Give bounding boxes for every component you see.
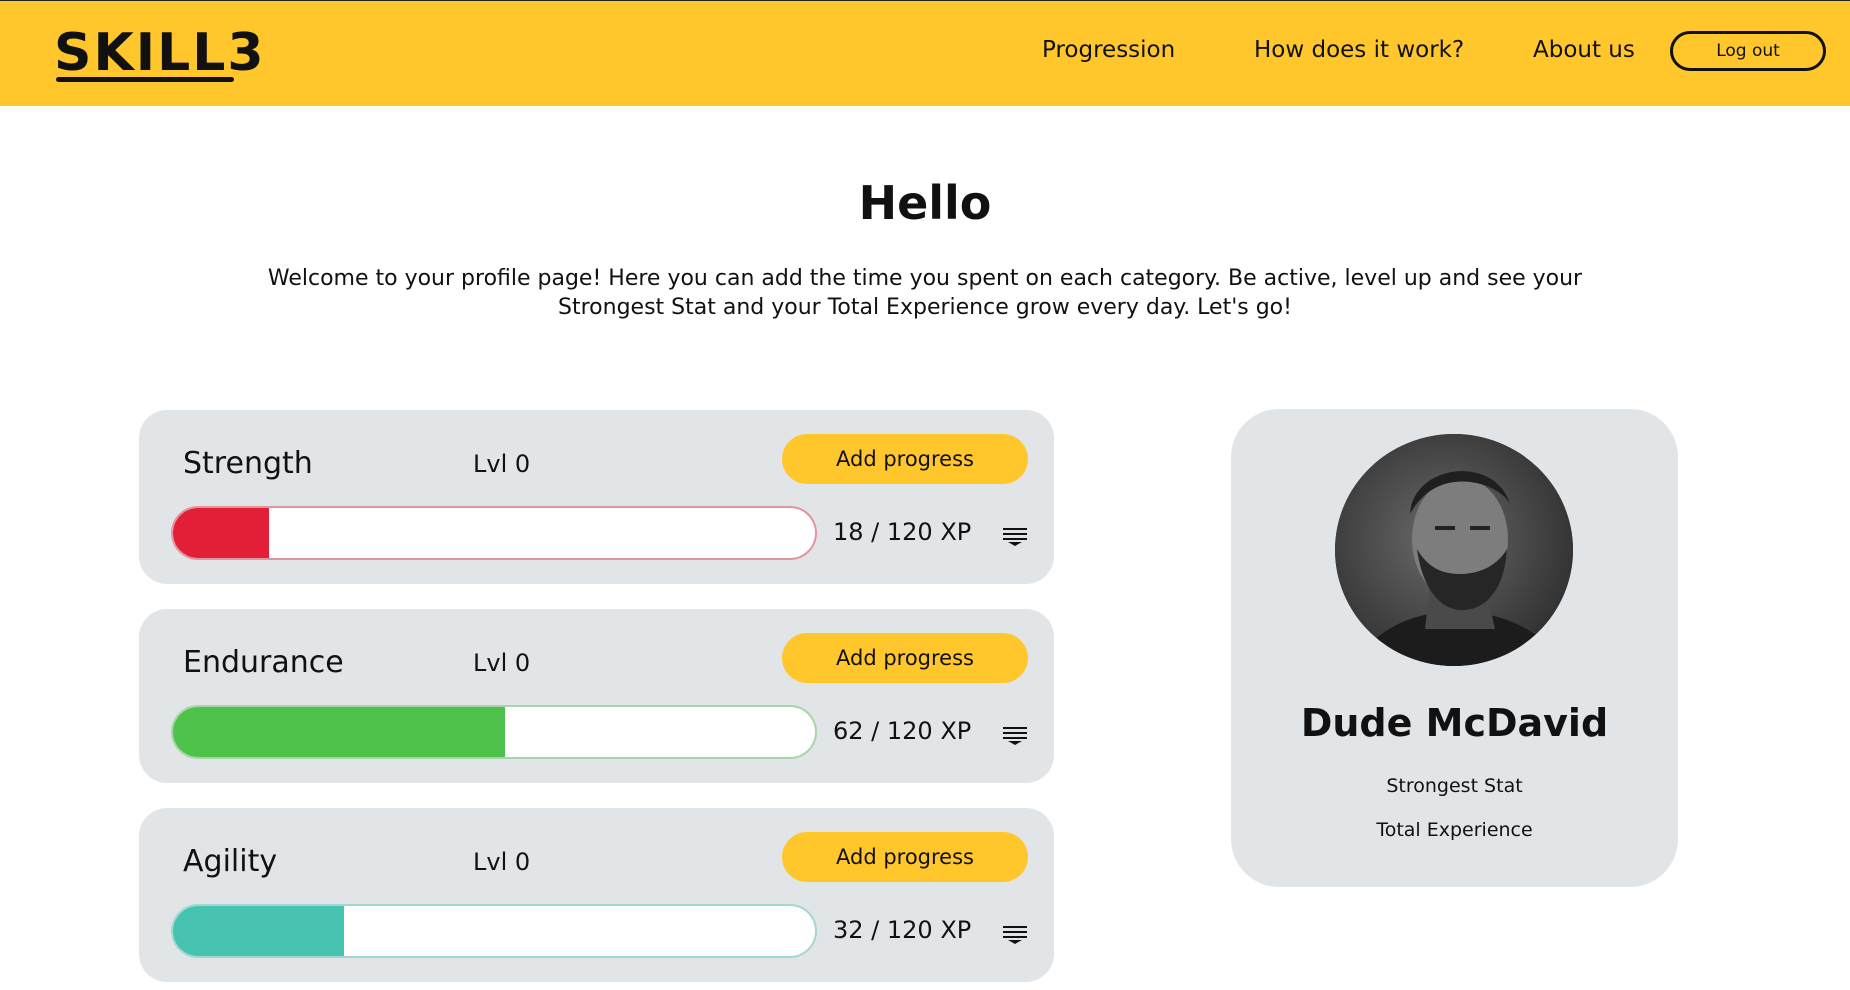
stat-card-strength: Strength Lvl 0 Add progress 18 / 120 XP: [139, 410, 1054, 584]
add-progress-button[interactable]: Add progress: [782, 434, 1028, 484]
page-title: Hello: [858, 176, 992, 230]
avatar-image: [1335, 434, 1573, 666]
logout-button[interactable]: Log out: [1670, 31, 1826, 71]
nav-about-us[interactable]: About us: [1533, 37, 1635, 63]
menu-icon[interactable]: [1003, 924, 1027, 944]
stat-name: Strength: [183, 446, 313, 481]
intro-text: Welcome to your profile page! Here you c…: [267, 266, 1583, 320]
stat-card-endurance: Endurance Lvl 0 Add progress 62 / 120 XP: [139, 609, 1054, 783]
logo[interactable]: SKILL3: [54, 23, 266, 83]
stat-level: Lvl 0: [473, 848, 531, 876]
stat-level: Lvl 0: [473, 450, 531, 478]
add-progress-button[interactable]: Add progress: [782, 832, 1028, 882]
nav-how-does-it-work[interactable]: How does it work?: [1254, 37, 1464, 63]
top-nav-bar: SKILL3 Progression How does it work? Abo…: [0, 0, 1850, 106]
progress-bar: [173, 906, 815, 956]
xp-value: 32 / 120 XP: [833, 916, 972, 944]
total-experience-label: Total Experience: [1376, 819, 1533, 841]
profile-card: Dude McDavid Strongest Stat Total Experi…: [1231, 409, 1678, 887]
stat-card-agility: Agility Lvl 0 Add progress 32 / 120 XP: [139, 808, 1054, 982]
menu-icon[interactable]: [1003, 725, 1027, 745]
xp-value: 18 / 120 XP: [833, 518, 972, 546]
nav-progression[interactable]: Progression: [1042, 37, 1175, 63]
logo-underline: [56, 77, 234, 82]
progress-fill: [173, 906, 345, 956]
xp-value: 62 / 120 XP: [833, 717, 972, 745]
strongest-stat-label: Strongest Stat: [1386, 775, 1523, 797]
progress-fill: [173, 707, 505, 757]
avatar: [1335, 434, 1573, 666]
add-progress-button[interactable]: Add progress: [782, 633, 1028, 683]
profile-name: Dude McDavid: [1300, 701, 1609, 745]
progress-bar: [173, 508, 815, 558]
stat-level: Lvl 0: [473, 649, 531, 677]
menu-icon[interactable]: [1003, 526, 1027, 546]
progress-bar: [173, 707, 815, 757]
progress-fill: [173, 508, 270, 558]
stat-name: Endurance: [183, 645, 344, 680]
stat-name: Agility: [183, 844, 278, 879]
